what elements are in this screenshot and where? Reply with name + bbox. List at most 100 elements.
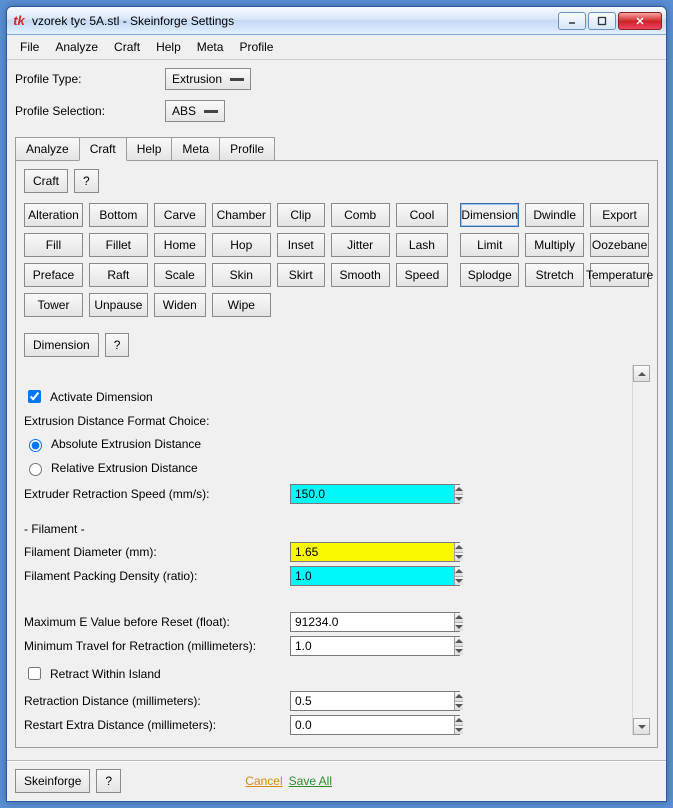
spin-up-icon[interactable] xyxy=(455,485,463,495)
spin-up-icon[interactable] xyxy=(455,692,463,702)
plugin-multiply[interactable]: Multiply xyxy=(525,233,584,257)
plugin-preface[interactable]: Preface xyxy=(24,263,83,287)
plugin-wipe[interactable]: Wipe xyxy=(212,293,271,317)
min-travel-input[interactable] xyxy=(291,637,454,655)
save-all-link[interactable]: Save All xyxy=(289,774,332,788)
plugin-export[interactable]: Export xyxy=(590,203,649,227)
activate-dimension-checkbox[interactable]: Activate Dimension xyxy=(24,387,625,406)
menu-profile[interactable]: Profile xyxy=(232,38,280,56)
menu-craft[interactable]: Craft xyxy=(107,38,147,56)
spin-down-icon[interactable] xyxy=(455,495,463,504)
spin-down-icon[interactable] xyxy=(455,623,463,632)
plugin-stretch[interactable]: Stretch xyxy=(525,263,584,287)
retract-island-input[interactable] xyxy=(28,667,41,680)
plugin-fill[interactable]: Fill xyxy=(24,233,83,257)
tab-craft[interactable]: Craft xyxy=(79,137,127,161)
plugin-tower[interactable]: Tower xyxy=(24,293,83,317)
skeinforge-button[interactable]: Skeinforge xyxy=(15,769,90,793)
craft-button[interactable]: Craft xyxy=(24,169,68,193)
relative-extrusion-radio[interactable]: Relative Extrusion Distance xyxy=(24,460,625,476)
cancel-link[interactable]: Cancel xyxy=(245,774,282,788)
scroll-track[interactable] xyxy=(633,382,649,718)
retraction-speed-input[interactable] xyxy=(291,485,454,503)
relative-extrusion-input[interactable] xyxy=(29,463,42,476)
plugin-raft[interactable]: Raft xyxy=(89,263,148,287)
menu-help[interactable]: Help xyxy=(149,38,188,56)
tab-help[interactable]: Help xyxy=(126,137,173,161)
plugin-splodge[interactable]: Splodge xyxy=(460,263,519,287)
plugin-alteration[interactable]: Alteration xyxy=(24,203,83,227)
restart-extra-input[interactable] xyxy=(291,716,454,734)
profile-type-select[interactable]: Extrusion xyxy=(165,68,251,90)
vertical-scrollbar[interactable] xyxy=(632,365,649,735)
spin-down-icon[interactable] xyxy=(455,726,463,735)
spin-down-icon[interactable] xyxy=(455,702,463,711)
maximize-button[interactable] xyxy=(588,12,616,30)
spin-up-icon[interactable] xyxy=(455,637,463,647)
packing-input[interactable] xyxy=(291,567,454,585)
plugin-comb[interactable]: Comb xyxy=(331,203,390,227)
plugin-fillet[interactable]: Fillet xyxy=(89,233,148,257)
plugin-chamber[interactable]: Chamber xyxy=(212,203,271,227)
plugin-hop[interactable]: Hop xyxy=(212,233,271,257)
tab-profile[interactable]: Profile xyxy=(219,137,275,161)
spin-down-icon[interactable] xyxy=(455,553,463,562)
plugin-skin[interactable]: Skin xyxy=(212,263,271,287)
max-e-input[interactable] xyxy=(291,613,454,631)
absolute-extrusion-input[interactable] xyxy=(29,439,42,452)
max-e-spinner[interactable] xyxy=(290,612,460,632)
plugin-jitter[interactable]: Jitter xyxy=(331,233,390,257)
menubar: File Analyze Craft Help Meta Profile xyxy=(7,35,666,60)
menu-meta[interactable]: Meta xyxy=(190,38,231,56)
plugin-limit[interactable]: Limit xyxy=(460,233,519,257)
plugin-lash[interactable]: Lash xyxy=(396,233,449,257)
plugin-speed[interactable]: Speed xyxy=(396,263,449,287)
retract-dist-spinner[interactable] xyxy=(290,691,460,711)
restart-extra-spinner[interactable] xyxy=(290,715,460,735)
plugin-bottom[interactable]: Bottom xyxy=(89,203,148,227)
menu-file[interactable]: File xyxy=(13,38,46,56)
diameter-input[interactable] xyxy=(291,543,454,561)
plugin-clip[interactable]: Clip xyxy=(277,203,325,227)
spin-down-icon[interactable] xyxy=(455,577,463,586)
plugin-smooth[interactable]: Smooth xyxy=(331,263,390,287)
spin-up-icon[interactable] xyxy=(455,716,463,726)
activate-dimension-input[interactable] xyxy=(28,390,41,403)
spin-down-icon[interactable] xyxy=(455,647,463,656)
diameter-spinner[interactable] xyxy=(290,542,460,562)
plugin-home[interactable]: Home xyxy=(154,233,206,257)
footer-help-button[interactable]: ? xyxy=(96,769,121,793)
tab-analyze[interactable]: Analyze xyxy=(15,137,80,161)
minimize-button[interactable] xyxy=(558,12,586,30)
scroll-down-icon[interactable] xyxy=(633,718,650,735)
plugin-temperature[interactable]: Temperature xyxy=(590,263,649,287)
retract-dist-input[interactable] xyxy=(291,692,454,710)
profile-selection-select[interactable]: ABS xyxy=(165,100,225,122)
plugin-skirt[interactable]: Skirt xyxy=(277,263,325,287)
plugin-oozebane[interactable]: Oozebane xyxy=(590,233,649,257)
plugin-dwindle[interactable]: Dwindle xyxy=(525,203,584,227)
plugin-carve[interactable]: Carve xyxy=(154,203,206,227)
absolute-extrusion-radio[interactable]: Absolute Extrusion Distance xyxy=(24,436,625,452)
dimension-button[interactable]: Dimension xyxy=(24,333,99,357)
close-button[interactable] xyxy=(618,12,662,30)
plugin-scale[interactable]: Scale xyxy=(154,263,206,287)
tab-meta[interactable]: Meta xyxy=(171,137,220,161)
retract-island-checkbox[interactable]: Retract Within Island xyxy=(24,664,625,683)
packing-spinner[interactable] xyxy=(290,566,460,586)
plugin-cool[interactable]: Cool xyxy=(396,203,449,227)
plugin-widen[interactable]: Widen xyxy=(154,293,206,317)
min-travel-spinner[interactable] xyxy=(290,636,460,656)
spin-up-icon[interactable] xyxy=(455,543,463,553)
scroll-up-icon[interactable] xyxy=(633,365,650,382)
spin-up-icon[interactable] xyxy=(455,613,463,623)
dimension-help-button[interactable]: ? xyxy=(105,333,130,357)
plugin-unpause[interactable]: Unpause xyxy=(89,293,148,317)
titlebar: tk vzorek tyc 5A.stl - Skeinforge Settin… xyxy=(7,7,666,35)
retraction-speed-spinner[interactable] xyxy=(290,484,460,504)
plugin-dimension[interactable]: Dimension xyxy=(460,203,519,227)
plugin-inset[interactable]: Inset xyxy=(277,233,325,257)
menu-analyze[interactable]: Analyze xyxy=(48,38,105,56)
spin-up-icon[interactable] xyxy=(455,567,463,577)
craft-help-button[interactable]: ? xyxy=(74,169,99,193)
